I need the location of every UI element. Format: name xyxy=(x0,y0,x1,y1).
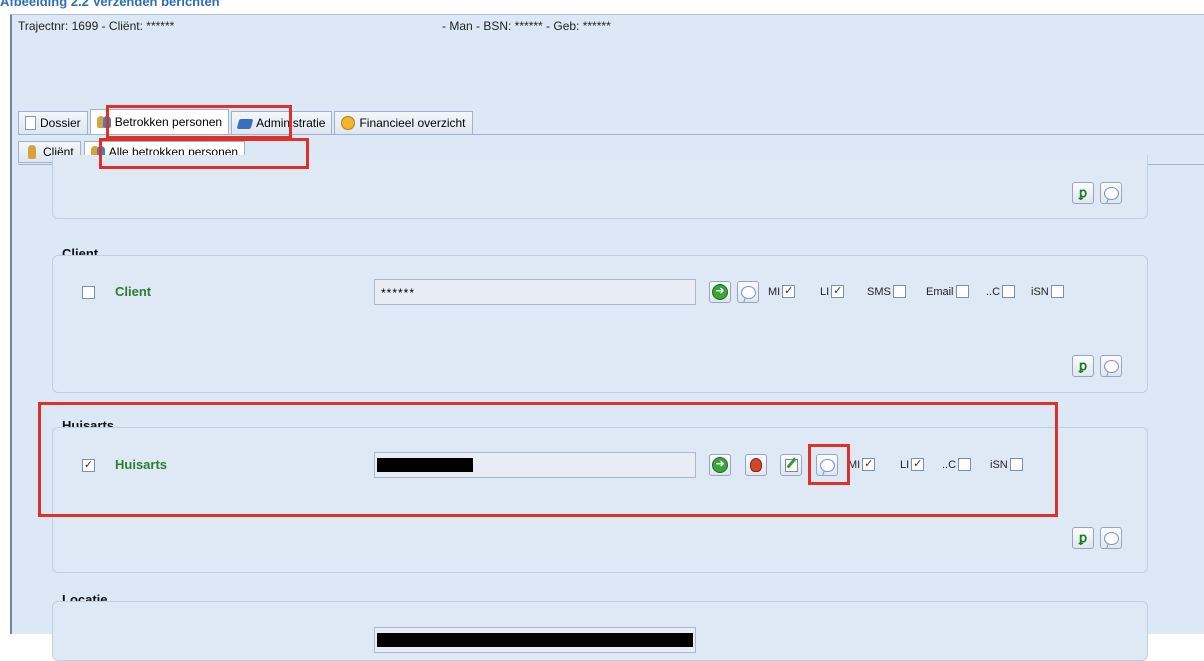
client-section-panel xyxy=(52,255,1148,393)
key-icon: ꝑ xyxy=(1078,530,1088,546)
highlight-huisarts-section xyxy=(38,402,1058,517)
client-row-label: Client xyxy=(115,284,152,299)
option-label: Email xyxy=(926,285,954,298)
person-icon xyxy=(25,145,39,159)
speech-bubble-icon xyxy=(1103,359,1119,373)
arrow-right-icon: ➜ xyxy=(712,284,728,300)
coin-icon xyxy=(341,116,356,130)
redacted-value xyxy=(377,633,693,647)
locatie-name-field[interactable] xyxy=(374,627,696,653)
message-button[interactable] xyxy=(1100,355,1122,377)
option-li[interactable]: LI ✓ xyxy=(820,285,845,298)
patient-info: - Man - BSN: ****** - Geb: ****** xyxy=(442,19,611,33)
client-name-field[interactable]: ****** xyxy=(374,279,696,305)
option-label: SMS xyxy=(867,285,891,298)
message-button[interactable] xyxy=(1100,527,1122,549)
app-window: Trajectnr: 1699 - Cliënt: ****** - Man -… xyxy=(10,14,1204,661)
tab-label: Dossier xyxy=(40,116,81,130)
highlight-alle-betrokken-subtab xyxy=(99,138,309,169)
highlight-betrokken-tab xyxy=(106,105,292,139)
speech-bubble-icon xyxy=(1103,186,1119,200)
option-checkbox[interactable]: ✓ xyxy=(831,285,845,298)
key-icon: ꝑ xyxy=(1078,185,1088,201)
client-name-value: ****** xyxy=(381,286,416,300)
key-icon: ꝑ xyxy=(1078,358,1088,374)
tab-label: Financieel overzicht xyxy=(359,116,466,130)
option-checkbox[interactable] xyxy=(892,285,906,298)
tab-dossier[interactable]: Dossier xyxy=(18,111,88,134)
trajectory-info: Trajectnr: 1699 - Cliënt: ****** xyxy=(18,19,175,33)
option-checkbox[interactable] xyxy=(1002,285,1016,298)
option-mi[interactable]: MI ✓ xyxy=(768,285,796,298)
key-button[interactable]: ꝑ xyxy=(1072,355,1094,377)
option-checkbox[interactable]: ✓ xyxy=(782,285,796,298)
option-email[interactable]: Email xyxy=(926,285,969,298)
option-label: ..C xyxy=(986,285,1001,298)
go-button[interactable]: ➜ xyxy=(709,281,731,303)
option-checkbox[interactable] xyxy=(1050,285,1064,298)
option-c[interactable]: ..C xyxy=(986,285,1016,298)
speech-bubble-icon xyxy=(740,285,756,299)
message-button[interactable] xyxy=(737,281,759,303)
option-checkbox[interactable] xyxy=(955,285,969,298)
option-sms[interactable]: SMS xyxy=(867,285,906,298)
document-icon xyxy=(25,116,36,130)
option-label: MI xyxy=(768,285,781,298)
speech-bubble-icon xyxy=(1103,531,1119,545)
option-label: LI xyxy=(820,285,830,298)
key-button[interactable]: ꝑ xyxy=(1072,527,1094,549)
message-button[interactable] xyxy=(1100,182,1122,204)
highlight-send-message-button xyxy=(808,444,850,485)
figure-caption: Afbeelding 2.2 Verzenden berichten xyxy=(0,0,220,9)
option-label: iSN xyxy=(1031,285,1049,298)
client-row-checkbox[interactable] xyxy=(82,286,95,299)
option-isn[interactable]: iSN xyxy=(1031,285,1064,298)
tab-financieel-overzicht[interactable]: Financieel overzicht xyxy=(334,111,473,134)
key-button[interactable]: ꝑ xyxy=(1072,182,1094,204)
